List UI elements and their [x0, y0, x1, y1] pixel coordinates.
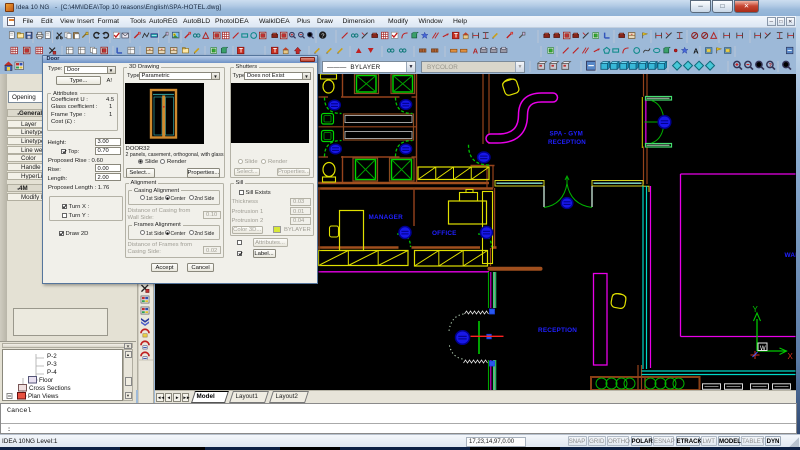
svg-text:A: A	[693, 46, 699, 55]
svg-text:OFFICE: OFFICE	[432, 230, 457, 237]
svg-text:W: W	[760, 346, 766, 352]
svg-text:T: T	[239, 48, 243, 55]
svg-text:A: A	[473, 46, 479, 55]
svg-text:?: ?	[768, 62, 772, 68]
svg-text:WAI: WAI	[784, 252, 796, 259]
svg-text:MANAGER: MANAGER	[368, 214, 403, 221]
svg-text:RECEPTION: RECEPTION	[548, 139, 586, 146]
svg-text:T: T	[454, 33, 458, 40]
svg-text:RECEPTION: RECEPTION	[538, 327, 577, 334]
svg-text:SPA - GYM: SPA - GYM	[549, 130, 582, 137]
svg-text:T: T	[273, 48, 277, 55]
svg-text:Y: Y	[752, 305, 758, 314]
svg-text:X: X	[787, 352, 793, 361]
svg-text:?: ?	[321, 33, 324, 39]
